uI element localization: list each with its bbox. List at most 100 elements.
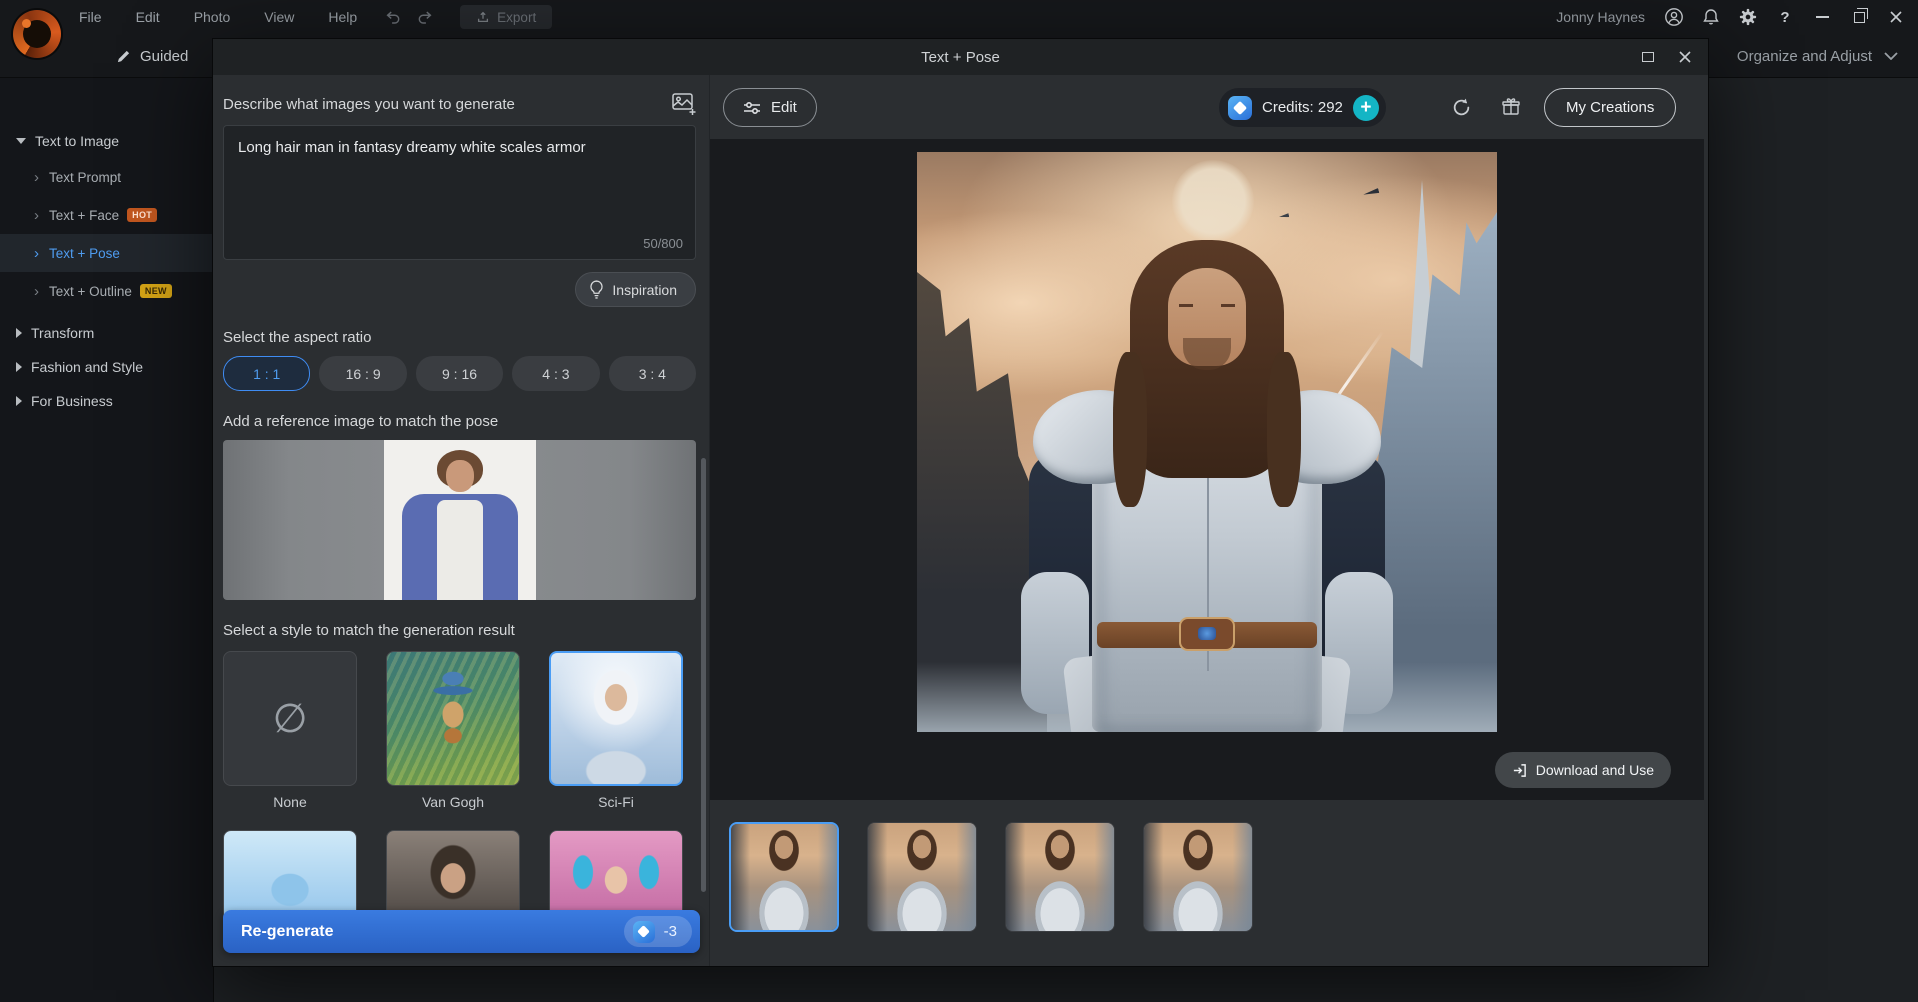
gift-icon[interactable] <box>1498 94 1524 120</box>
knight-brow-art <box>1179 304 1193 307</box>
edit-button[interactable]: Edit <box>723 88 817 127</box>
add-image-icon[interactable] <box>672 93 696 115</box>
lightbulb-icon <box>589 280 604 299</box>
pose-reference-image[interactable] <box>223 440 696 600</box>
panel-scrollbar[interactable] <box>701 458 706 892</box>
credit-gem-icon <box>1228 96 1252 120</box>
refresh-icon[interactable] <box>1448 94 1474 120</box>
dialog-maximize-button[interactable] <box>1642 49 1654 66</box>
sidebar-section-transform[interactable]: Transform <box>0 316 213 350</box>
sidebar-item-text-pose[interactable]: › Text + Pose <box>0 234 213 272</box>
knight-buckle-art <box>1179 617 1235 651</box>
regenerate-label: Re-generate <box>241 923 333 941</box>
airship-art <box>1363 188 1380 197</box>
aspect-3-4-button[interactable]: 3 : 4 <box>609 356 696 391</box>
style-card-sci-fi[interactable]: Sci-Fi <box>549 651 683 810</box>
thumbnail-art <box>868 823 976 931</box>
help-icon[interactable]: ? <box>1775 7 1795 27</box>
hot-badge: HOT <box>127 208 157 222</box>
sidebar-item-text-prompt[interactable]: › Text Prompt <box>0 158 213 196</box>
chevron-down-icon <box>1884 52 1898 60</box>
result-thumbnail-4[interactable] <box>1143 822 1253 932</box>
inspiration-button[interactable]: Inspiration <box>575 272 696 307</box>
style-name: Van Gogh <box>386 794 520 810</box>
aspect-1-1-button[interactable]: 1 : 1 <box>223 356 310 391</box>
account-avatar-icon[interactable] <box>1664 7 1684 27</box>
triangle-right-icon <box>16 362 22 372</box>
chevron-right-icon: › <box>34 283 39 300</box>
dialog-title: Text + Pose <box>921 49 1000 66</box>
sidebar-section-for-business[interactable]: For Business <box>0 384 213 418</box>
preview-stage: Download and Use <box>710 139 1704 800</box>
menu-view[interactable]: View <box>247 0 311 34</box>
sidebar-item-text-outline[interactable]: › Text + Outline NEW <box>0 272 213 310</box>
none-icon: ∅ <box>273 696 308 742</box>
menubar-right: Jonny Haynes ? <box>1556 0 1906 34</box>
download-and-use-button[interactable]: Download and Use <box>1495 752 1671 788</box>
guided-label: Guided <box>140 48 188 65</box>
export-button[interactable]: Export <box>460 5 552 29</box>
pose-figure-tee <box>437 500 483 600</box>
chevron-right-icon: › <box>34 169 39 186</box>
aspect-9-16-button[interactable]: 9 : 16 <box>416 356 503 391</box>
result-thumbnail-1[interactable] <box>729 822 839 932</box>
sidebar-item-text-face[interactable]: › Text + Face HOT <box>0 196 213 234</box>
item-label: Text + Outline <box>49 284 132 299</box>
pencil-icon <box>116 49 131 64</box>
user-name[interactable]: Jonny Haynes <box>1556 9 1645 25</box>
sidebar-section-text-to-image[interactable]: Text to Image <box>0 124 213 158</box>
undo-icon[interactable] <box>380 6 406 28</box>
credits-pill[interactable]: Credits: 292 + <box>1219 88 1386 127</box>
moon-art <box>1172 160 1254 242</box>
regenerate-button[interactable]: Re-generate -3 <box>223 910 700 953</box>
prompt-input[interactable]: Long hair man in fantasy dreamy white sc… <box>224 126 695 259</box>
result-thumbnail-3[interactable] <box>1005 822 1115 932</box>
organize-label: Organize and Adjust <box>1737 48 1872 65</box>
window-restore-button[interactable] <box>1849 7 1869 27</box>
organize-and-adjust-dropdown[interactable]: Organize and Adjust <box>1737 44 1898 68</box>
style-label: Select a style to match the generation r… <box>223 622 696 639</box>
generated-image <box>917 152 1497 732</box>
result-thumbnail-2[interactable] <box>867 822 977 932</box>
download-icon <box>1512 763 1527 778</box>
left-sidebar: Text to Image › Text Prompt › Text + Fac… <box>0 78 214 1002</box>
triangle-right-icon <box>16 328 22 338</box>
style-none-art: ∅ <box>223 651 357 786</box>
style-card-none[interactable]: ∅ None <box>223 651 357 810</box>
inspiration-label: Inspiration <box>612 282 677 298</box>
chevron-right-icon: › <box>34 245 39 262</box>
add-credits-button[interactable]: + <box>1353 95 1379 121</box>
section-label: For Business <box>31 393 113 409</box>
item-label: Text + Pose <box>49 246 120 261</box>
app-logo[interactable] <box>13 10 61 58</box>
menu-help[interactable]: Help <box>311 0 374 34</box>
char-count: 50/800 <box>643 236 683 251</box>
my-creations-button[interactable]: My Creations <box>1544 88 1676 127</box>
generation-settings-panel: Describe what images you want to generat… <box>213 75 710 966</box>
window-minimize-button[interactable] <box>1812 7 1832 27</box>
pose-photo <box>384 440 536 600</box>
notifications-bell-icon[interactable] <box>1701 7 1721 27</box>
menu-photo[interactable]: Photo <box>177 0 248 34</box>
dialog-titlebar[interactable]: Text + Pose <box>213 39 1708 75</box>
guided-tab[interactable]: Guided <box>116 44 188 68</box>
text-pose-dialog: Text + Pose Describe what images you wan… <box>213 39 1708 966</box>
pose-reference-label: Add a reference image to match the pose <box>223 413 696 430</box>
sidebar-section-fashion-and-style[interactable]: Fashion and Style <box>0 350 213 384</box>
dialog-close-icon[interactable] <box>1678 50 1692 64</box>
generation-result-panel: Edit Credits: 292 + My Creations <box>710 75 1708 966</box>
window-close-button[interactable] <box>1886 7 1906 27</box>
menu-edit[interactable]: Edit <box>119 0 177 34</box>
triangle-down-icon <box>16 138 26 144</box>
item-label: Text Prompt <box>49 170 121 185</box>
credits-label: Credits: 292 <box>1262 99 1343 116</box>
menu-file[interactable]: File <box>62 0 119 34</box>
aspect-16-9-button[interactable]: 16 : 9 <box>319 356 406 391</box>
thumbnail-art <box>731 824 837 930</box>
style-card-van-gogh[interactable]: Van Gogh <box>386 651 520 810</box>
aspect-4-3-button[interactable]: 4 : 3 <box>512 356 599 391</box>
chevron-right-icon: › <box>34 207 39 224</box>
export-label: Export <box>497 10 536 25</box>
redo-icon[interactable] <box>412 6 438 28</box>
settings-gear-icon[interactable] <box>1738 7 1758 27</box>
